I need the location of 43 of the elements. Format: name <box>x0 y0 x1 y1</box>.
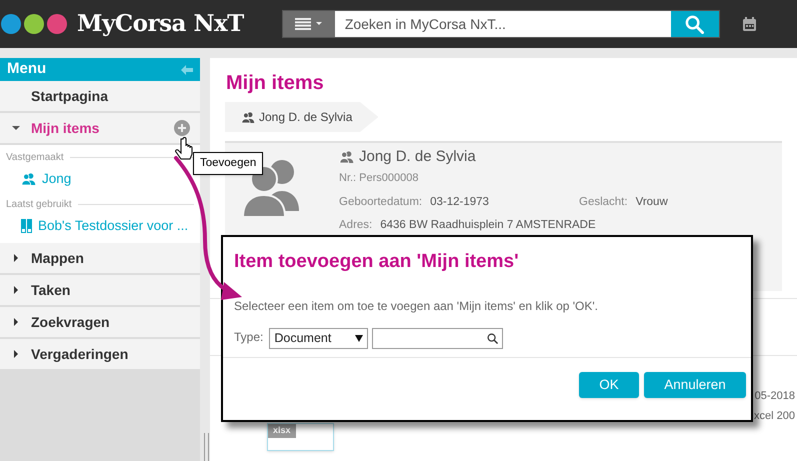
file-type-badge: xlsx <box>268 424 296 438</box>
menu-item[interactable]: Zoekvragen <box>0 307 200 338</box>
logo-circles-icon <box>1 14 67 34</box>
calendar-icon[interactable] <box>742 16 757 32</box>
item-search-field[interactable] <box>372 328 504 348</box>
menu-title: Menu <box>7 59 46 80</box>
type-label: Type: <box>234 328 264 346</box>
menu-item[interactable]: Vergaderingen <box>0 339 200 370</box>
caret-down-icon <box>12 124 20 132</box>
tooltip: Toevoegen <box>193 152 264 176</box>
caret-right-icon <box>12 286 20 294</box>
logo-text: MyCorsa NxT <box>77 8 244 39</box>
dialog-message: Selecteer een item om toe te voegen aan 'Mijn items' en klik op 'OK'. <box>233 298 600 315</box>
caret-down-icon <box>355 334 364 342</box>
field-label: Geboortedatum: <box>339 195 422 210</box>
field-value: 6436 BW Raadhuisplein 7 AMSTENRADE <box>380 218 596 234</box>
caret-right-icon <box>12 254 20 262</box>
menu-item[interactable]: Taken <box>0 275 200 306</box>
page-title: Mijn items <box>225 71 325 96</box>
people-icon <box>241 112 255 122</box>
field-label: Adres: <box>339 218 372 234</box>
people-icon <box>21 173 36 185</box>
type-dropdown[interactable]: Document <box>269 328 368 348</box>
field-value: Vrouw <box>636 195 668 210</box>
field-value: 03-12-1973 <box>430 195 489 210</box>
people-icon <box>339 151 354 164</box>
menu-item[interactable]: Mijn items <box>0 113 200 144</box>
search-icon <box>487 332 498 344</box>
caret-right-icon <box>12 318 20 326</box>
binder-icon <box>21 219 32 233</box>
menu-item[interactable]: Mappen <box>0 243 200 274</box>
person-name: Jong D. de Sylvia <box>359 147 476 167</box>
arrow-left-icon[interactable] <box>181 64 193 74</box>
dialog-title: Item toevoegen aan 'Mijn items' <box>233 250 520 274</box>
group-label: Laatst gebruikt <box>6 198 72 212</box>
person-number: Nr.: Pers000008 <box>339 170 420 186</box>
resize-handle[interactable] <box>204 433 209 461</box>
field-label: Geslacht: <box>579 195 628 210</box>
group-label: Vastgemaakt <box>6 150 64 164</box>
breadcrumb-item[interactable]: Jong D. de Sylvia <box>225 102 378 132</box>
menu-item[interactable]: Startpagina <box>0 81 200 112</box>
caret-right-icon <box>12 350 20 358</box>
add-icon[interactable] <box>174 120 190 136</box>
